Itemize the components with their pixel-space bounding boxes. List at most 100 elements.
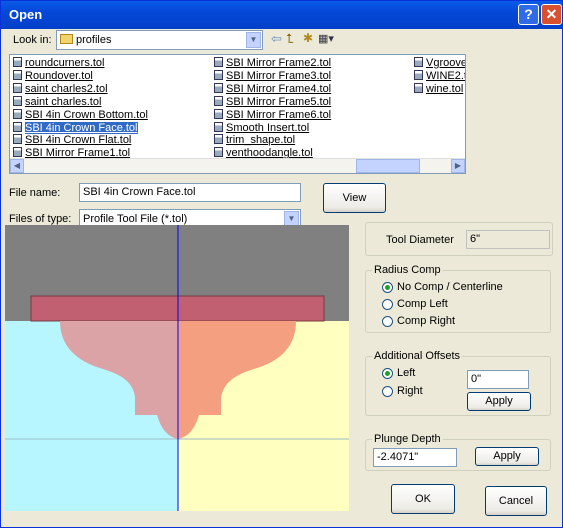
- scroll-left-icon[interactable]: ◀: [10, 159, 24, 173]
- radio-offset-left[interactable]: [382, 368, 393, 379]
- tol-file-icon: [414, 57, 423, 67]
- tol-file-icon: [214, 108, 223, 119]
- file-list[interactable]: roundcurners.tol Roundover.tol saint charl…: [9, 54, 466, 174]
- radio-no-comp-label[interactable]: No Comp / Centerline: [397, 281, 503, 293]
- tol-file-icon: [214, 121, 223, 132]
- file-name-input[interactable]: SBI 4in Crown Face.tol: [79, 183, 301, 202]
- tol-file-icon: [214, 134, 223, 145]
- file-name-text: roundcurners.tol: [25, 57, 105, 69]
- tol-file-icon: [414, 82, 423, 93]
- file-name-text: SBI 4in Crown Bottom.tol: [25, 108, 148, 121]
- offset-apply-button[interactable]: Apply: [467, 392, 531, 411]
- tol-file-icon: [13, 147, 22, 158]
- look-in-value: profiles: [76, 34, 112, 46]
- offsets-title: Additional Offsets: [372, 350, 463, 362]
- tol-file-icon: [214, 147, 223, 158]
- file-name-text: wine.tol: [426, 82, 464, 95]
- file-name-text: trim_shape.tol: [226, 134, 296, 147]
- tol-file-icon: [13, 134, 22, 145]
- file-type-label: Files of type:: [9, 213, 72, 225]
- file-name-text: SBI Mirror Frame5.tol: [226, 95, 332, 108]
- file-item[interactable]: SBI Mirror Frame6.tol: [214, 108, 332, 122]
- file-name-text: saint charles.tol: [25, 95, 102, 108]
- chevron-down-icon[interactable]: ▼: [246, 32, 261, 48]
- look-in-label: Look in:: [13, 34, 52, 46]
- new-folder-icon[interactable]: ✱: [303, 31, 313, 45]
- offset-value-input[interactable]: 0": [467, 370, 529, 389]
- dialog-title: Open: [9, 7, 43, 22]
- views-menu-icon[interactable]: ▦▾: [318, 32, 334, 45]
- up-folder-icon[interactable]: ⮤: [286, 31, 294, 47]
- file-item[interactable]: Roundover.tol: [13, 69, 93, 83]
- view-button[interactable]: View: [323, 183, 386, 213]
- tool-diameter-label: Tool Diameter: [386, 234, 454, 246]
- file-name-text: SBI Mirror Frame4.tol: [226, 82, 332, 95]
- help-button[interactable]: ?: [518, 4, 539, 25]
- file-item[interactable]: Smooth Insert.tol: [214, 121, 310, 135]
- tol-file-icon: [13, 57, 22, 67]
- close-icon: ✕: [545, 6, 558, 22]
- file-item[interactable]: Vgroove.tol: [414, 57, 465, 70]
- scroll-thumb[interactable]: [356, 159, 420, 173]
- title-bar[interactable]: Open ? ✕: [1, 1, 562, 29]
- horizontal-scrollbar[interactable]: ◀ ▶: [10, 158, 465, 173]
- file-name-text: SBI 4in Crown Flat.tol: [25, 134, 132, 147]
- file-name-text: saint charles2.tol: [25, 82, 108, 95]
- file-name-text: SBI 4in Crown Face.tol: [25, 121, 138, 134]
- file-item[interactable]: SBI Mirror Frame2.tol: [214, 57, 331, 70]
- file-item[interactable]: SBI 4in Crown Face.tol: [13, 121, 138, 135]
- folder-icon: [60, 34, 73, 44]
- file-item[interactable]: roundcurners.tol: [13, 57, 105, 70]
- file-type-value: Profile Tool File (*.tol): [83, 213, 188, 225]
- file-name-text: Vgroove.tol: [426, 57, 465, 69]
- radius-comp-title: Radius Comp: [372, 264, 443, 276]
- file-name-text: SBI Mirror Frame3.tol: [226, 69, 332, 82]
- radio-comp-left-label[interactable]: Comp Left: [397, 298, 448, 310]
- file-item[interactable]: SBI Mirror Frame5.tol: [214, 95, 332, 109]
- radio-comp-right[interactable]: [382, 316, 393, 327]
- help-icon: ?: [524, 6, 533, 22]
- radius-comp-group: [365, 270, 551, 333]
- radio-no-comp[interactable]: [382, 282, 393, 293]
- radio-comp-right-label[interactable]: Comp Right: [397, 315, 455, 327]
- tol-file-icon: [214, 57, 223, 67]
- file-name-text: Smooth Insert.tol: [226, 121, 310, 134]
- file-item[interactable]: saint charles.tol: [13, 95, 102, 109]
- profile-preview: [5, 225, 349, 511]
- cancel-button[interactable]: Cancel: [485, 486, 547, 516]
- file-name-text: WINE2.tol: [426, 69, 465, 82]
- file-name-label: File name:: [9, 187, 61, 199]
- back-icon[interactable]: ⇦: [271, 31, 282, 47]
- file-item[interactable]: SBI 4in Crown Bottom.tol: [13, 108, 148, 122]
- look-in-combo[interactable]: profiles ▼: [56, 30, 263, 50]
- plunge-depth-input[interactable]: -2.4071": [373, 448, 457, 467]
- file-item[interactable]: SBI Mirror Frame4.tol: [214, 82, 332, 96]
- file-item[interactable]: trim_shape.tol: [214, 134, 295, 147]
- file-item[interactable]: SBI 4in Crown Flat.tol: [13, 134, 131, 147]
- tol-file-icon: [13, 95, 22, 106]
- close-button[interactable]: ✕: [541, 4, 562, 25]
- tol-file-icon: [214, 69, 223, 80]
- radio-offset-left-label[interactable]: Left: [397, 367, 415, 379]
- preview-bar-right: [177, 295, 325, 322]
- file-name-text: SBI Mirror Frame6.tol: [226, 108, 332, 121]
- tol-file-icon: [214, 82, 223, 93]
- file-name-text: SBI Mirror Frame2.tol: [226, 57, 332, 69]
- tool-diameter-value: 6": [466, 230, 550, 249]
- preview-bar-left: [30, 295, 179, 322]
- radio-offset-right-label[interactable]: Right: [397, 385, 423, 397]
- file-item[interactable]: WINE2.tol: [414, 69, 465, 83]
- file-item[interactable]: saint charles2.tol: [13, 82, 108, 96]
- tol-file-icon: [13, 108, 22, 119]
- file-item[interactable]: SBI Mirror Frame3.tol: [214, 69, 332, 83]
- open-dialog: Open ? ✕ Look in: profiles ▼ ⇦ ⮤ ✱ ▦▾ ro…: [0, 0, 563, 528]
- file-item[interactable]: wine.tol: [414, 82, 464, 96]
- tol-file-icon: [13, 121, 22, 132]
- radio-comp-left[interactable]: [382, 299, 393, 310]
- plunge-apply-button[interactable]: Apply: [475, 447, 539, 466]
- tol-file-icon: [214, 95, 223, 106]
- plunge-title: Plunge Depth: [372, 433, 443, 445]
- scroll-right-icon[interactable]: ▶: [451, 159, 465, 173]
- radio-offset-right[interactable]: [382, 386, 393, 397]
- ok-button[interactable]: OK: [391, 484, 455, 514]
